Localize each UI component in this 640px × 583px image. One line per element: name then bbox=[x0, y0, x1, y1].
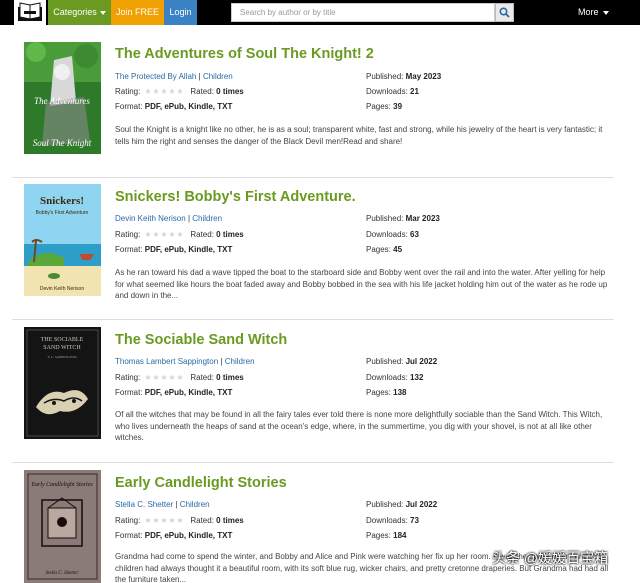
author-link[interactable]: Devin Keith Nerison bbox=[115, 214, 186, 223]
join-free-button[interactable]: Join FREE bbox=[111, 0, 164, 25]
published-info: Published: Jul 2022 bbox=[366, 500, 438, 509]
book-description: Of all the witches that may be found in … bbox=[115, 410, 603, 442]
book-logo-icon bbox=[18, 2, 42, 21]
pages-info: Pages: 39 bbox=[366, 102, 403, 111]
star-icon: ★ bbox=[168, 373, 176, 383]
star-icon: ★ bbox=[176, 230, 184, 240]
star-icon: ★ bbox=[176, 373, 184, 383]
star-icon: ★ bbox=[160, 516, 168, 526]
cover-title-line: SAND WITCH bbox=[43, 345, 81, 351]
login-button[interactable]: Login bbox=[164, 0, 197, 25]
downloads-info: Downloads: 63 bbox=[366, 230, 419, 239]
rating-stars[interactable]: ★★★★★ bbox=[144, 87, 184, 96]
author-link[interactable]: Stella C. Shetter bbox=[115, 500, 173, 509]
pages-info: Pages: 45 bbox=[366, 245, 403, 254]
downloads-info: Downloads: 21 bbox=[366, 87, 419, 96]
book-cover[interactable]: Early Candlelight Stories Stella C. Shet… bbox=[24, 470, 101, 583]
divider bbox=[12, 177, 614, 178]
format-info: Format: PDF, ePub, Kindle, TXT bbox=[115, 245, 233, 254]
category-link[interactable]: Children bbox=[225, 357, 255, 366]
search-button[interactable] bbox=[495, 3, 514, 22]
star-icon: ★ bbox=[144, 516, 152, 526]
book-title[interactable]: The Sociable Sand Witch bbox=[115, 332, 287, 348]
rating-info: Rating: ★★★★★ Rated: 0 times bbox=[115, 230, 244, 240]
chevron-down-icon bbox=[602, 10, 609, 15]
book-cover[interactable]: The Adventures Soul The Knight bbox=[24, 42, 101, 154]
cover-title-line: The Adventures bbox=[34, 96, 90, 106]
pages-info: Pages: 184 bbox=[366, 531, 407, 540]
site-logo[interactable] bbox=[14, 0, 46, 25]
divider bbox=[12, 462, 614, 463]
pages-info: Pages: 138 bbox=[366, 388, 407, 397]
cover-title-line: Snickers! bbox=[40, 195, 84, 207]
top-navbar: Categories Join FREE Login More bbox=[0, 0, 640, 25]
category-link[interactable]: Children bbox=[180, 500, 210, 509]
downloads-info: Downloads: 132 bbox=[366, 373, 424, 382]
chevron-down-icon bbox=[99, 10, 106, 15]
book-description: As he ran toward his dad a wave tipped t… bbox=[115, 268, 608, 300]
divider bbox=[12, 319, 614, 320]
search-input[interactable] bbox=[231, 3, 495, 22]
star-icon: ★ bbox=[176, 87, 184, 97]
book-author-line: Stella C. Shetter | Children bbox=[115, 500, 210, 509]
book-description: Soul the Knight is a knight like no othe… bbox=[115, 125, 603, 146]
star-icon: ★ bbox=[144, 373, 152, 383]
categories-label: Categories bbox=[53, 7, 97, 17]
cover-title-line: Early Candlelight Stories bbox=[30, 482, 93, 488]
rating-info: Rating: ★★★★★ Rated: 0 times bbox=[115, 516, 244, 526]
star-icon: ★ bbox=[152, 516, 160, 526]
search-icon bbox=[499, 7, 510, 18]
book-title[interactable]: Early Candlelight Stories bbox=[115, 475, 287, 491]
more-label: More bbox=[578, 7, 599, 17]
star-icon: ★ bbox=[176, 516, 184, 526]
star-icon: ★ bbox=[152, 87, 160, 97]
star-icon: ★ bbox=[168, 516, 176, 526]
star-icon: ★ bbox=[160, 87, 168, 97]
star-icon: ★ bbox=[160, 373, 168, 383]
star-icon: ★ bbox=[144, 87, 152, 97]
format-info: Format: PDF, ePub, Kindle, TXT bbox=[115, 388, 233, 397]
format-info: Format: PDF, ePub, Kindle, TXT bbox=[115, 531, 233, 540]
rating-info: Rating: ★★★★★ Rated: 0 times bbox=[115, 87, 244, 97]
rating-stars[interactable]: ★★★★★ bbox=[144, 230, 184, 239]
star-icon: ★ bbox=[152, 373, 160, 383]
star-icon: ★ bbox=[168, 230, 176, 240]
rating-stars[interactable]: ★★★★★ bbox=[144, 516, 184, 525]
book-author-line: Devin Keith Nerison | Children bbox=[115, 214, 223, 223]
cover-title-line: THE SOCIABLE bbox=[41, 337, 84, 343]
format-info: Format: PDF, ePub, Kindle, TXT bbox=[115, 102, 233, 111]
rating-info: Rating: ★★★★★ Rated: 0 times bbox=[115, 373, 244, 383]
more-menu-button[interactable]: More bbox=[578, 0, 609, 25]
star-icon: ★ bbox=[152, 230, 160, 240]
cover-title-line: Devin Keith Nerison bbox=[40, 286, 84, 292]
star-icon: ★ bbox=[168, 87, 176, 97]
cover-title-line: T. L. SAPPINGTON bbox=[47, 355, 77, 359]
category-link[interactable]: Children bbox=[203, 72, 233, 81]
category-link[interactable]: Children bbox=[192, 214, 222, 223]
star-icon: ★ bbox=[144, 230, 152, 240]
book-title[interactable]: The Adventures of Soul The Knight! 2 bbox=[115, 46, 374, 62]
cover-title-line: Stella C. Shetter bbox=[46, 571, 79, 576]
author-link[interactable]: The Protected By Allah bbox=[115, 72, 196, 81]
categories-menu-button[interactable]: Categories bbox=[48, 0, 111, 25]
book-author-line: Thomas Lambert Sappington | Children bbox=[115, 357, 255, 366]
cover-title-line: Soul The Knight bbox=[33, 138, 92, 148]
rating-stars[interactable]: ★★★★★ bbox=[144, 373, 184, 382]
book-author-line: The Protected By Allah | Children bbox=[115, 72, 233, 81]
book-title[interactable]: Snickers! Bobby's First Adventure. bbox=[115, 189, 356, 205]
published-info: Published: Mar 2023 bbox=[366, 214, 440, 223]
published-info: Published: Jul 2022 bbox=[366, 357, 438, 366]
watermark: 头条 @媛媛百宝箱 bbox=[492, 550, 609, 566]
book-cover[interactable]: THE SOCIABLE SAND WITCH T. L. SAPPINGTON bbox=[24, 327, 101, 439]
author-link[interactable]: Thomas Lambert Sappington bbox=[115, 357, 218, 366]
cover-title-line: Bobby's First Adventure bbox=[36, 210, 89, 216]
star-icon: ★ bbox=[160, 230, 168, 240]
book-cover[interactable]: Snickers! Bobby's First Adventure Devin … bbox=[24, 184, 101, 296]
published-info: Published: May 2023 bbox=[366, 72, 442, 81]
downloads-info: Downloads: 73 bbox=[366, 516, 419, 525]
